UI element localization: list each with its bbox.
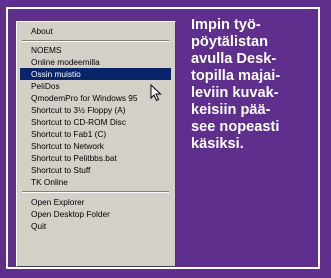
caption-line: topilla majai- [191, 68, 281, 84]
caption-line: Impin työ- [191, 17, 261, 33]
menu-separator [22, 40, 169, 42]
menu-separator [22, 191, 169, 193]
caption-text: Impin työ- pöytälistan avulla Desk- topi… [191, 17, 321, 153]
caption-line: leviin kuvak- [191, 85, 279, 101]
menu-item-open-explorer[interactable]: Open Explorer [20, 196, 171, 208]
menu-item-about[interactable]: About [20, 25, 171, 37]
menu-item-shortcut-pelitbbs[interactable]: Shortcut to Pelitbbs.bat [20, 152, 171, 164]
menu-item-shortcut-floppy[interactable]: Shortcut to 3½ Floppy (A) [20, 104, 171, 116]
desktop-list-menu: About NOEMS Online modeemilla Ossin muis… [16, 21, 176, 267]
menu-item-shortcut-network[interactable]: Shortcut to Network [20, 140, 171, 152]
caption-line: avulla Desk- [191, 51, 277, 67]
caption-line: käsiksi. [191, 136, 244, 152]
menu-item-ossin-muistio[interactable]: Ossin muistio [20, 68, 171, 80]
menu-item-shortcut-stuff[interactable]: Shortcut to Stuff [20, 164, 171, 176]
menu-item-noems[interactable]: NOEMS [20, 44, 171, 56]
caption-line: keisiin pää- [191, 102, 271, 118]
menu-item-open-desktop-folder[interactable]: Open Desktop Folder [20, 208, 171, 220]
caption-line: pöytälistan [191, 34, 269, 50]
menu-item-tk-online[interactable]: TK Online [20, 176, 171, 188]
menu-item-shortcut-fab1[interactable]: Shortcut to Fab1 (C) [20, 128, 171, 140]
menu-item-online-modeemilla[interactable]: Online modeemilla [20, 56, 171, 68]
caption-line: see nopeasti [191, 119, 280, 135]
mouse-pointer-icon [150, 84, 162, 102]
menu-item-quit[interactable]: Quit [20, 220, 171, 232]
menu-item-shortcut-cdrom[interactable]: Shortcut to CD-ROM Disc [20, 116, 171, 128]
menu-item-pelidos[interactable]: PeliDos [20, 80, 171, 92]
menu-item-qmodempro[interactable]: QmodemPro for Windows 95 [20, 92, 171, 104]
article-panel: About NOEMS Online modeemilla Ossin muis… [0, 0, 331, 278]
